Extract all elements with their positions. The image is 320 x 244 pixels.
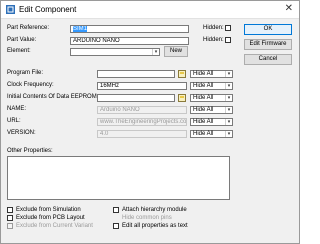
exclude-pcb-checkbox[interactable] xyxy=(7,215,13,221)
name-label: NAME: xyxy=(7,106,27,112)
chevron-down-icon: ▾ xyxy=(225,107,232,113)
new-button[interactable]: New xyxy=(164,46,188,57)
folder-icon[interactable] xyxy=(178,70,186,78)
edit-all-text-label: Edit all properties as text xyxy=(122,223,188,229)
attach-hierarchy-checkbox[interactable] xyxy=(113,207,119,213)
chevron-down-icon: ▾ xyxy=(225,119,232,125)
hidden-checkbox-value[interactable] xyxy=(225,37,231,43)
edit-all-text-checkbox[interactable] xyxy=(113,223,119,229)
clock-frequency-input[interactable]: 16MHz xyxy=(97,82,187,90)
chevron-down-icon: ▾ xyxy=(152,49,159,55)
hide-common-pins-label: Hide common pins xyxy=(122,215,172,221)
exclude-pcb-label: Exclude from PCB Layout xyxy=(16,215,85,221)
app-icon xyxy=(6,5,15,14)
hidden-label-ref: Hidden: xyxy=(203,25,224,31)
ok-button[interactable]: OK xyxy=(244,24,292,35)
program-file-label: Program File: xyxy=(7,70,44,76)
part-value-label: Part Value: xyxy=(7,37,37,43)
program-file-input[interactable] xyxy=(97,70,175,78)
version-label: VERSION: xyxy=(7,130,36,136)
chevron-down-icon: ▾ xyxy=(225,95,232,101)
eeprom-input[interactable] xyxy=(97,94,175,102)
part-reference-input[interactable]: SIM1 xyxy=(70,25,189,33)
folder-icon[interactable] xyxy=(178,94,186,102)
other-properties-label: Other Properties: xyxy=(7,148,53,154)
chevron-down-icon: ▾ xyxy=(225,83,232,89)
other-properties-textarea[interactable] xyxy=(7,156,230,200)
chevron-down-icon: ▾ xyxy=(225,131,232,137)
exclude-simulation-checkbox[interactable] xyxy=(7,207,13,213)
part-reference-label: Part Reference: xyxy=(7,25,50,31)
name-visibility[interactable]: Hide All ▾ xyxy=(190,106,233,114)
program-file-visibility[interactable]: Hide All ▾ xyxy=(190,70,233,78)
clock-frequency-visibility[interactable]: Hide All ▾ xyxy=(190,82,233,90)
url-label: URL: xyxy=(7,118,21,124)
name-input: Arduino NANO xyxy=(97,106,187,114)
exclude-variant-label: Exclude from Current Variant xyxy=(16,223,93,229)
cancel-button[interactable]: Cancel xyxy=(244,54,292,65)
attach-hierarchy-label: Attach hierarchy module xyxy=(122,207,187,213)
hidden-label-value: Hidden: xyxy=(203,37,224,43)
exclude-variant-checkbox xyxy=(7,223,13,229)
element-label: Element: xyxy=(7,48,31,54)
edit-firmware-button[interactable]: Edit Firmware xyxy=(244,39,292,50)
version-visibility[interactable]: Hide All ▾ xyxy=(190,130,233,138)
eeprom-visibility[interactable]: Hide All ▾ xyxy=(190,94,233,102)
url-input: www.TheEngineeringProjects.com xyxy=(97,118,187,126)
exclude-simulation-label: Exclude from Simulation xyxy=(16,207,81,213)
eeprom-label: Initial Contents Of Data EEPROM: xyxy=(7,94,99,100)
part-value-input[interactable]: ARDUINO NANO xyxy=(70,37,189,45)
close-icon[interactable]: ✕ xyxy=(285,4,293,14)
version-input: 4.0 xyxy=(97,130,187,138)
edit-component-dialog: Edit Component ✕ Part Reference: SIM1 Hi… xyxy=(0,0,300,244)
element-select[interactable]: ▾ xyxy=(70,48,160,56)
window-title: Edit Component xyxy=(19,5,77,14)
chevron-down-icon: ▾ xyxy=(225,71,232,77)
title-bar: Edit Component ✕ xyxy=(1,1,299,19)
url-visibility[interactable]: Hide All ▾ xyxy=(190,118,233,126)
hidden-checkbox-ref[interactable] xyxy=(225,25,231,31)
clock-frequency-label: Clock Frequency: xyxy=(7,82,54,88)
